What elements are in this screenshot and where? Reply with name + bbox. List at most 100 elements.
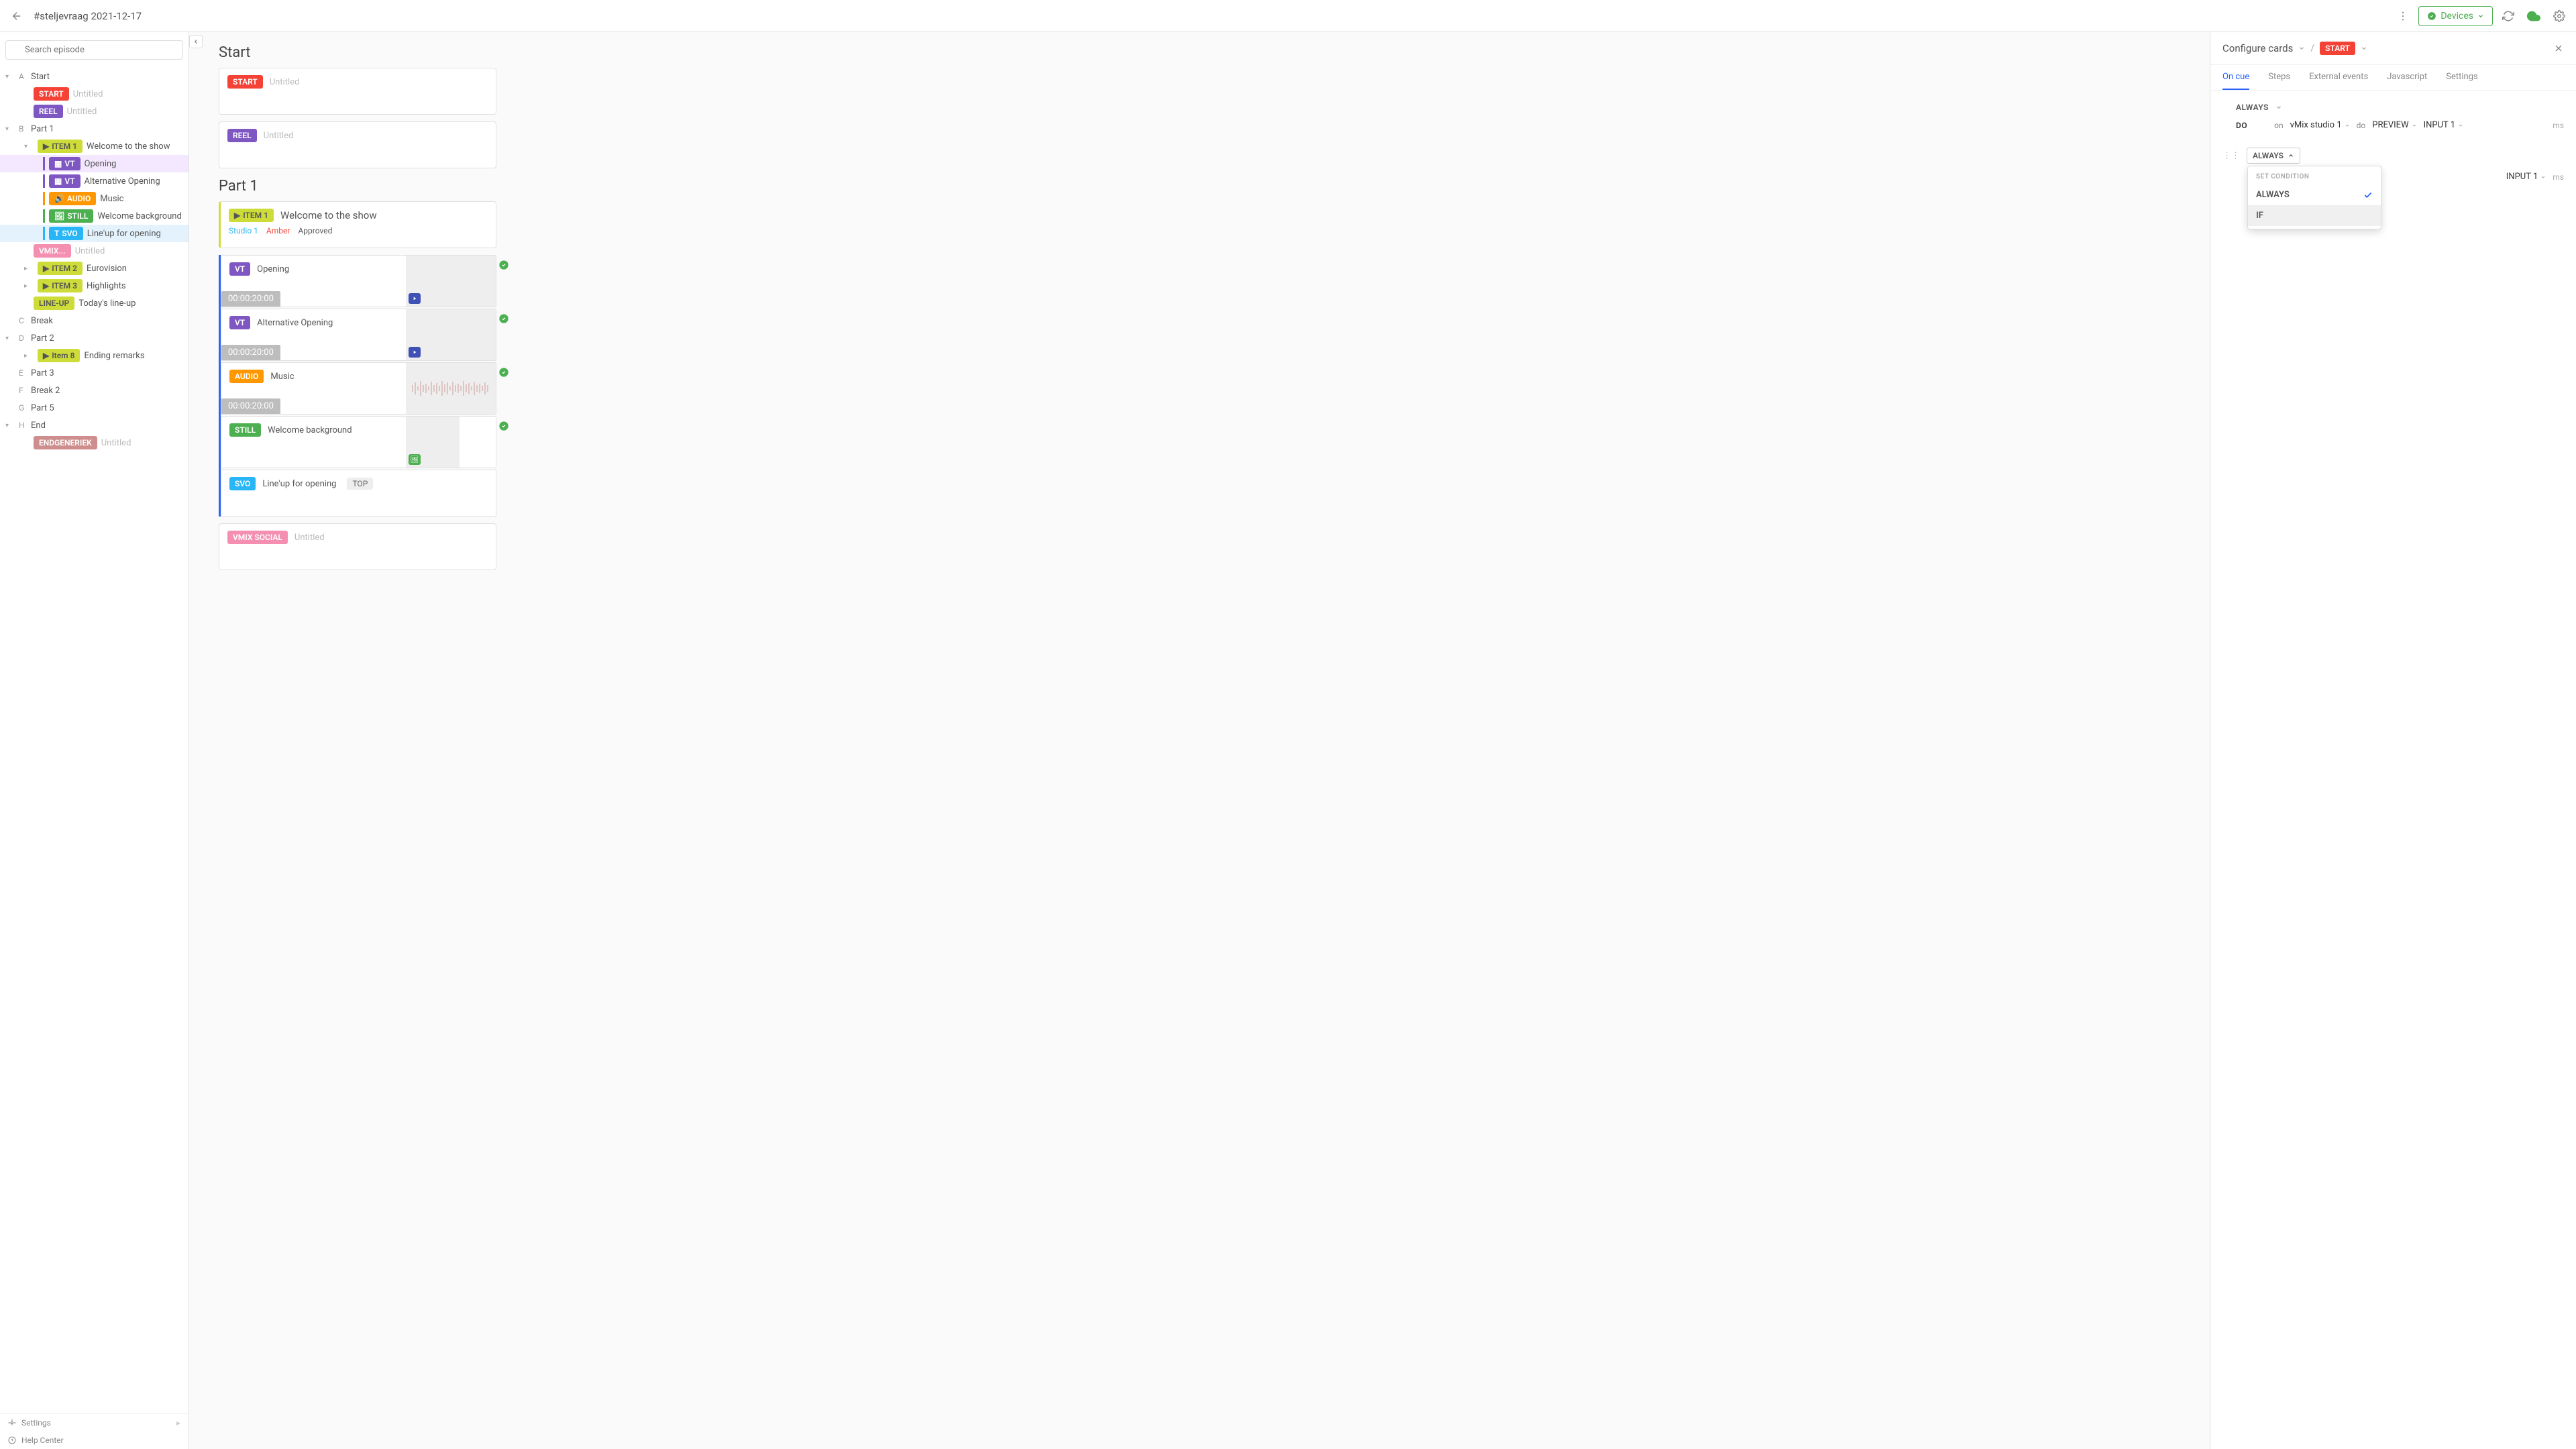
- devices-label: Devices: [2440, 11, 2473, 21]
- thumbnail: [406, 309, 496, 360]
- chevron-down-icon[interactable]: [2275, 104, 2282, 111]
- thumbnail: 🖼: [406, 417, 460, 468]
- tree-item-item3[interactable]: ▸ ▶ ITEM 3 Highlights: [0, 277, 189, 294]
- cloud-icon[interactable]: [2524, 6, 2544, 26]
- tree-item-reel[interactable]: REEL Untitled: [0, 103, 189, 120]
- check-icon: [498, 421, 509, 431]
- gear-icon[interactable]: [2551, 7, 2568, 25]
- card-item1[interactable]: ▶ ITEM 1 Welcome to the show Studio 1 Am…: [219, 201, 496, 248]
- tree-item-item1[interactable]: ▾ ▶ ITEM 1 Welcome to the show: [0, 138, 189, 155]
- chevron-down-icon[interactable]: [2361, 45, 2367, 52]
- chevron-down-icon: ▾: [5, 335, 15, 342]
- tree-section-f[interactable]: F Break 2: [0, 382, 189, 399]
- tree-item-endgen[interactable]: ENDGENERIEK Untitled: [0, 434, 189, 451]
- section-title-start: Start: [219, 44, 2196, 61]
- tree-section-e[interactable]: E Part 3: [0, 364, 189, 382]
- tree-section-d[interactable]: ▾ D Part 2: [0, 329, 189, 347]
- condition-dropdown: SET CONDITION ALWAYS IF: [2247, 166, 2381, 229]
- close-button[interactable]: [2553, 43, 2564, 54]
- help-icon: [8, 1436, 16, 1444]
- page-title: #steljevraag 2021-12-17: [34, 10, 2386, 22]
- timecode: 00:00:20:00: [221, 345, 280, 360]
- tree-section-a[interactable]: ▾ A Start: [0, 68, 189, 85]
- tag-amber: Amber: [266, 226, 290, 235]
- settings-link[interactable]: Settings ▸: [0, 1414, 189, 1432]
- ms-label: ms: [2553, 172, 2564, 182]
- tab-external[interactable]: External events: [2309, 65, 2368, 90]
- collapse-sidebar-button[interactable]: [189, 35, 203, 48]
- chevron-up-icon: [2288, 152, 2294, 159]
- drag-handle-icon[interactable]: ⋮⋮: [2222, 151, 2240, 161]
- input-value-2[interactable]: INPUT 1: [2506, 172, 2546, 182]
- devices-button[interactable]: Devices: [2418, 6, 2493, 26]
- chevron-right-icon: ▸: [176, 1418, 180, 1428]
- tag-approved: Approved: [298, 226, 332, 235]
- tree-section-g[interactable]: G Part 5: [0, 399, 189, 417]
- on-value[interactable]: vMix studio 1: [2290, 120, 2350, 130]
- refresh-icon[interactable]: [2500, 7, 2517, 25]
- media-card-audio[interactable]: AUDIO Music 00:00:20:00: [221, 362, 496, 415]
- tree-section-h[interactable]: ▾ H End: [0, 417, 189, 434]
- dropdown-option-always[interactable]: ALWAYS: [2248, 184, 2381, 205]
- dropdown-option-if[interactable]: IF: [2248, 205, 2381, 226]
- rightpanel-title: Configure cards: [2222, 42, 2293, 54]
- chevron-right-icon: ▸: [24, 265, 34, 272]
- tag-studio: Studio 1: [229, 226, 258, 235]
- card-start[interactable]: START Untitled: [219, 68, 496, 115]
- gear-icon: [8, 1419, 16, 1427]
- input-value[interactable]: INPUT 1: [2424, 120, 2463, 130]
- rule1-condition[interactable]: ALWAYS: [2236, 103, 2269, 112]
- search-input[interactable]: [5, 40, 183, 60]
- tree-section-b[interactable]: ▾ B Part 1: [0, 120, 189, 138]
- tree-item-start[interactable]: START Untitled: [0, 85, 189, 103]
- thumbnail: [406, 256, 496, 307]
- tree-item-item8[interactable]: ▸ ▶ Item 8 Ending remarks: [0, 347, 189, 364]
- media-card-vt2[interactable]: VT Alternative Opening 00:00:20:00: [221, 309, 496, 361]
- ms-label: ms: [2553, 121, 2564, 130]
- tab-steps[interactable]: Steps: [2268, 65, 2290, 90]
- do-label: DO: [2236, 121, 2247, 130]
- check-icon: [498, 313, 509, 324]
- chevron-down-icon[interactable]: [2298, 45, 2305, 52]
- tree-item-vt2[interactable]: ▦ VT Alternative Opening: [0, 172, 189, 190]
- tree-item-vt1[interactable]: ▦ VT Opening: [0, 155, 189, 172]
- start-tag: START: [2320, 42, 2355, 55]
- tree-item-lineup[interactable]: LINE-UP Today's line-up: [0, 294, 189, 312]
- tree-item-audio[interactable]: 🔊 AUDIO Music: [0, 190, 189, 207]
- chevron-right-icon: ▸: [24, 282, 34, 290]
- tree-item-vmix[interactable]: VMIX... Untitled: [0, 242, 189, 260]
- top-badge: TOP: [347, 478, 373, 490]
- section-title-part1: Part 1: [219, 178, 2196, 195]
- tree-section-c[interactable]: C Break: [0, 312, 189, 329]
- chevron-down-icon: ▾: [5, 73, 15, 80]
- condition-dropdown-trigger[interactable]: ALWAYS SET CONDITION ALWAYS IF: [2247, 148, 2300, 164]
- tree-item-still[interactable]: 🖼 STILL Welcome background: [0, 207, 189, 225]
- back-button[interactable]: [8, 7, 25, 25]
- timecode: 00:00:20:00: [221, 398, 280, 414]
- check-icon: [498, 367, 509, 378]
- help-link[interactable]: Help Center: [0, 1432, 189, 1449]
- tree-item-item2[interactable]: ▸ ▶ ITEM 2 Eurovision: [0, 260, 189, 277]
- media-card-still[interactable]: STILL Welcome background 🖼: [221, 416, 496, 468]
- tab-js[interactable]: Javascript: [2387, 65, 2427, 90]
- tab-settings[interactable]: Settings: [2446, 65, 2477, 90]
- tree-item-svo[interactable]: T SVO Line'up for opening: [0, 225, 189, 242]
- card-reel[interactable]: REEL Untitled: [219, 121, 496, 168]
- chevron-down-icon: ▾: [5, 422, 15, 429]
- do-value[interactable]: PREVIEW: [2372, 120, 2416, 130]
- more-icon[interactable]: [2394, 7, 2412, 25]
- chevron-down-icon: ▾: [24, 143, 34, 150]
- check-icon: [498, 260, 509, 270]
- dropdown-label: SET CONDITION: [2248, 169, 2381, 184]
- tab-oncue[interactable]: On cue: [2222, 65, 2249, 90]
- timecode: 00:00:20:00: [221, 291, 280, 307]
- waveform: [406, 363, 496, 414]
- chevron-right-icon: ▸: [24, 352, 34, 360]
- chevron-down-icon: ▾: [5, 125, 15, 133]
- card-vmixsocial[interactable]: VMIX SOCIAL Untitled: [219, 523, 496, 570]
- play-icon[interactable]: [409, 347, 421, 358]
- media-card-vt1[interactable]: VT Opening 00:00:20:00: [221, 255, 496, 307]
- media-card-svo[interactable]: SVO Line'up for opening TOP: [221, 470, 496, 517]
- check-icon: [2363, 191, 2373, 200]
- play-icon[interactable]: [409, 293, 421, 304]
